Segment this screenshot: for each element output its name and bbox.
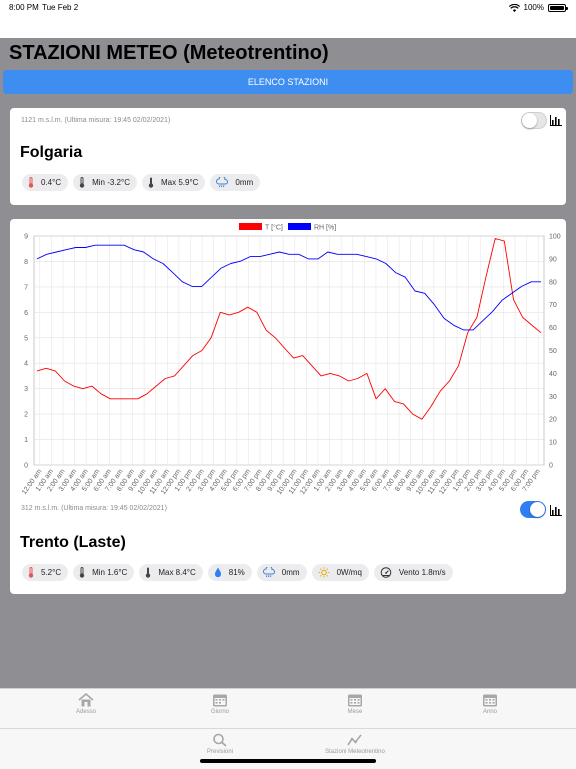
calendar-month-icon (348, 694, 362, 707)
tab-previsioni[interactable]: Previsioni (195, 733, 245, 755)
y-tick-label-left: 7 (24, 284, 28, 291)
y-tick-label-right: 100 (549, 234, 561, 241)
wind-gauge-icon (380, 567, 392, 578)
y-tick-label-left: 1 (24, 437, 28, 444)
thermometer-low-icon (79, 177, 85, 188)
chip-min-temperature: Min -3.2°C (73, 174, 137, 191)
station-name: Folgaria (20, 144, 83, 161)
y-tick-label-left: 3 (24, 386, 28, 393)
legend-label-humidity: RH [%] (314, 225, 336, 232)
x-axis-labels: 12:00 am1:00 am2:00 am3:00 am4:00 am5:00… (21, 468, 542, 496)
rain-cloud-icon (216, 177, 229, 188)
wifi-icon (508, 3, 520, 12)
y-tick-label-left: 4 (24, 361, 28, 368)
chip-temperature: 0.4°C (22, 174, 69, 191)
home-icon (78, 693, 94, 707)
station-meta: 312 m.s.l.m. (Ultima misura: 19:45 02/02… (21, 505, 167, 512)
trend-icon (347, 734, 362, 746)
y-tick-label-right: 90 (549, 256, 557, 263)
y-tick-label-right: 70 (549, 302, 557, 309)
tab-bar: Adesso Giorno Mese Anno Previsioni Stazi… (0, 688, 576, 769)
y-axis-right: 0 10 20 30 40 50 60 70 80 90 100 (549, 234, 561, 470)
series-line-temperature (36, 238, 542, 420)
thermometer-red-icon (28, 177, 34, 188)
legend-swatch-temperature (239, 223, 262, 230)
chip-rain: 0mm (256, 564, 307, 581)
tab-anno[interactable]: Anno (470, 693, 510, 715)
legend-label-temperature: T [°C] (265, 224, 283, 232)
tab-stazioni-meteotrentino[interactable]: Stazioni Meteotrentino (315, 733, 395, 755)
y-tick-label-right: 80 (549, 279, 557, 286)
thermometer-high-icon (148, 177, 154, 188)
chart-grid (33, 235, 545, 466)
chart-legend: T [°C] RH [%] (239, 223, 336, 232)
tab-adesso[interactable]: Adesso (66, 693, 106, 715)
station-chips: 0.4°C Min -3.2°C Max 5.9°C 0mm (22, 174, 261, 191)
chart-toggle[interactable] (521, 112, 547, 129)
station-card-trento[interactable]: T [°C] RH [%] 0 1 2 3 4 5 6 7 8 9 0 10 20 30 40 50 60 70… (10, 219, 566, 594)
humidity-drop-icon (214, 567, 221, 578)
tab-giorno[interactable]: Giorno (200, 693, 240, 715)
series-line-humidity (36, 244, 541, 331)
tab-mese[interactable]: Mese (335, 693, 375, 715)
chip-temperature: 5.2°C (22, 564, 69, 581)
station-meta: 1121 m.s.l.m. (Ultima misura: 19:45 02/0… (21, 117, 171, 124)
thermometer-high-icon (146, 567, 151, 578)
y-tick-label-right: 30 (549, 394, 557, 401)
y-tick-label-left: 5 (24, 335, 28, 342)
rain-cloud-icon (262, 567, 275, 578)
y-tick-label-right: 60 (549, 325, 557, 332)
chip-humidity: 81% (207, 564, 252, 581)
chip-max-temperature: Max 5.9°C (141, 174, 206, 191)
chart-toggle[interactable] (520, 501, 546, 518)
chip-max-temperature: Max 8.4°C (139, 564, 203, 581)
station-card-folgaria[interactable]: 1121 m.s.l.m. (Ultima misura: 19:45 02/0… (10, 108, 566, 205)
battery-icon (548, 3, 568, 12)
y-tick-label-right: 20 (549, 417, 557, 424)
y-axis-left: 0 1 2 3 4 5 6 7 8 9 (24, 234, 28, 470)
y-tick-label-left: 0 (24, 463, 28, 470)
calendar-year-icon (483, 694, 497, 707)
battery-percent: 100% (523, 3, 544, 12)
thermometer-red-icon (28, 567, 34, 578)
station-chips: 5.2°C Min 1.6°C Max 8.4°C 81% 0mm 0W/mq … (22, 564, 453, 581)
plot-area (33, 235, 545, 466)
y-tick-label-right: 50 (549, 348, 557, 355)
tab-divider (0, 728, 576, 729)
elenco-stazioni-button[interactable]: ELENCO STAZIONI (3, 70, 573, 94)
y-tick-label-left: 8 (24, 259, 28, 266)
weather-chart: T [°C] RH [%] 0 1 2 3 4 5 6 7 8 9 0 10 20 30 40 50 60 70… (21, 223, 561, 496)
home-indicator (200, 759, 376, 763)
thermometer-low-icon (79, 567, 85, 578)
chip-rain: 0mm (210, 174, 261, 191)
status-time: 8:00 PM (9, 3, 39, 12)
chip-wind: Vento 1.8m/s (373, 564, 453, 581)
y-tick-label-left: 2 (24, 412, 28, 419)
chip-min-temperature: Min 1.6°C (73, 564, 135, 581)
page-title: STAZIONI METEO (Meteotrentino) (9, 42, 329, 64)
status-date: Tue Feb 2 (42, 3, 79, 12)
station-name: Trento (Laste) (20, 534, 126, 551)
sun-icon (318, 567, 329, 578)
bar-chart-icon[interactable] (550, 115, 562, 126)
y-tick-label-right: 40 (549, 371, 557, 378)
y-tick-label-right: 0 (549, 463, 553, 470)
chart-lines (36, 238, 542, 420)
magnifier-icon (213, 733, 227, 747)
bar-chart-icon[interactable] (550, 505, 562, 516)
calendar-day-icon (213, 694, 227, 707)
legend-swatch-humidity (288, 223, 311, 230)
y-tick-label-left: 6 (24, 310, 28, 317)
status-right: 100% (508, 3, 568, 12)
y-tick-label-right: 10 (549, 440, 557, 447)
status-bar: 8:00 PM Tue Feb 2 100% (0, 0, 576, 38)
y-tick-label-left: 9 (24, 234, 28, 241)
chip-solar-radiation: 0W/mq (311, 564, 369, 581)
